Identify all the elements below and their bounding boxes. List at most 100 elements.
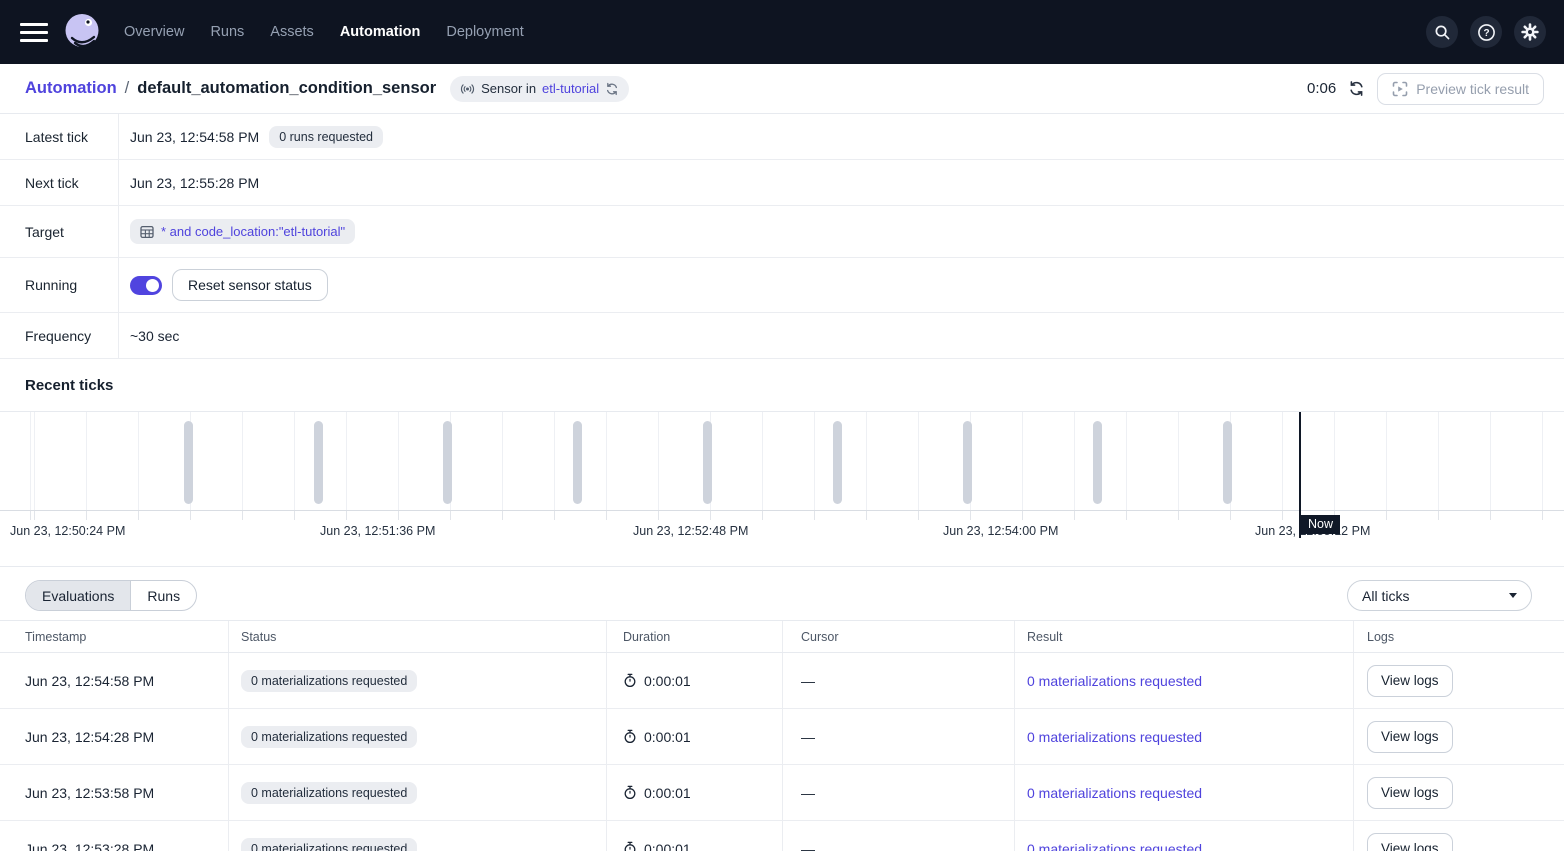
tick-bar[interactable]	[963, 421, 972, 504]
latest-tick-value: Jun 23, 12:54:58 PM	[130, 129, 259, 145]
dagster-logo-icon[interactable]	[60, 10, 104, 54]
tick-cursor: —	[801, 729, 815, 745]
latest-tick-label: Latest tick	[0, 114, 119, 159]
tick-result-link[interactable]: 0 materializations requested	[1027, 673, 1202, 689]
refresh-button[interactable]	[1348, 80, 1365, 97]
axis-label: Jun 23, 12:50:24 PM	[10, 522, 128, 540]
refresh-countdown: 0:06	[1307, 80, 1336, 97]
tick-result-link[interactable]: 0 materializations requested	[1027, 785, 1202, 801]
table-header: Timestamp Status Duration Cursor Result …	[0, 620, 1564, 653]
sync-icon[interactable]	[605, 82, 619, 96]
refresh-icon	[1348, 80, 1365, 97]
asset-selection-chip[interactable]: * and code_location:"etl-tutorial"	[130, 219, 355, 244]
recent-ticks-heading: Recent ticks	[0, 359, 1564, 411]
tick-bar[interactable]	[184, 421, 193, 504]
tick-bar[interactable]	[1223, 421, 1232, 504]
table-row: Jun 23, 12:53:58 PM 0 materializations r…	[0, 765, 1564, 821]
table-row: Jun 23, 12:53:28 PM 0 materializations r…	[0, 821, 1564, 851]
tick-bar[interactable]	[833, 421, 842, 504]
reset-sensor-status-button[interactable]: Reset sensor status	[172, 269, 328, 301]
tick-timestamp: Jun 23, 12:54:58 PM	[25, 673, 154, 689]
tick-result-link[interactable]: 0 materializations requested	[1027, 841, 1202, 851]
help-icon: ?	[1477, 23, 1496, 42]
frequency-value: ~30 sec	[130, 328, 179, 344]
frequency-label: Frequency	[0, 313, 119, 358]
col-timestamp: Timestamp	[0, 621, 228, 652]
tick-bar[interactable]	[1093, 421, 1102, 504]
stopwatch-icon	[623, 673, 637, 688]
gear-icon	[1521, 23, 1539, 41]
running-label: Running	[0, 258, 119, 312]
tab-runs[interactable]: Runs	[131, 581, 196, 610]
top-nav: Overview Runs Assets Automation Deployme…	[0, 0, 1564, 64]
col-result: Result	[1014, 621, 1353, 652]
target-label: Target	[0, 206, 119, 257]
search-button[interactable]	[1426, 16, 1458, 48]
view-segmented-control: Evaluations Runs	[25, 580, 197, 611]
tick-duration: 0:00:01	[644, 673, 691, 689]
svg-text:?: ?	[1483, 28, 1489, 39]
settings-button[interactable]	[1514, 16, 1546, 48]
nav-actions: ?	[1426, 16, 1546, 48]
sensor-location-badge: Sensor in etl-tutorial	[450, 76, 629, 102]
ticks-toolbar: Evaluations Runs All ticks	[0, 566, 1564, 620]
tick-result-link[interactable]: 0 materializations requested	[1027, 729, 1202, 745]
tick-cursor: —	[801, 785, 815, 801]
recent-ticks-timeline: Jun 23, 12:50:24 PMJun 23, 12:51:36 PMJu…	[0, 411, 1564, 566]
breadcrumb-automation-link[interactable]: Automation	[25, 79, 117, 98]
preview-tick-result-label: Preview tick result	[1416, 81, 1529, 97]
tick-filter-select[interactable]: All ticks	[1347, 580, 1532, 611]
sensor-icon	[460, 83, 475, 95]
next-tick-row: Next tick Jun 23, 12:55:28 PM	[0, 160, 1564, 206]
search-icon	[1434, 24, 1451, 41]
help-button[interactable]: ?	[1470, 16, 1502, 48]
page-actions: 0:06 Preview tick result	[1307, 73, 1544, 105]
tick-duration: 0:00:01	[644, 729, 691, 745]
sensor-badge-label: Sensor in	[481, 81, 536, 96]
now-marker-label: Now	[1301, 515, 1340, 534]
stopwatch-icon	[623, 841, 637, 851]
next-tick-value: Jun 23, 12:55:28 PM	[130, 175, 259, 191]
tick-timestamp: Jun 23, 12:53:58 PM	[25, 785, 154, 801]
axis-label: Jun 23, 12:51:36 PM	[320, 522, 438, 540]
nav-item-assets[interactable]: Assets	[270, 24, 314, 40]
nav-item-overview[interactable]: Overview	[124, 24, 184, 40]
view-logs-button[interactable]: View logs	[1367, 665, 1453, 697]
breadcrumb-bar: Automation / default_automation_conditio…	[0, 64, 1564, 114]
view-logs-button[interactable]: View logs	[1367, 777, 1453, 809]
tab-evaluations[interactable]: Evaluations	[26, 581, 131, 610]
page-title: default_automation_condition_sensor	[137, 79, 436, 98]
tick-bar[interactable]	[443, 421, 452, 504]
tick-duration: 0:00:01	[644, 841, 691, 851]
view-logs-button[interactable]: View logs	[1367, 721, 1453, 753]
col-status: Status	[228, 621, 606, 652]
target-row: Target * and code_location:"etl-tutorial…	[0, 206, 1564, 258]
preview-tick-result-button[interactable]: Preview tick result	[1377, 73, 1544, 105]
nav-item-deployment[interactable]: Deployment	[446, 24, 523, 40]
chevron-down-icon	[1509, 593, 1517, 598]
tick-timestamp: Jun 23, 12:53:28 PM	[25, 841, 154, 851]
tick-status-badge: 0 materializations requested	[241, 726, 417, 748]
col-duration: Duration	[606, 621, 782, 652]
tick-filter-value: All ticks	[1362, 588, 1409, 604]
running-toggle[interactable]	[130, 276, 162, 295]
nav-item-runs[interactable]: Runs	[210, 24, 244, 40]
breadcrumb-separator: /	[125, 79, 130, 98]
asset-selection-text: * and code_location:"etl-tutorial"	[161, 224, 345, 239]
menu-icon[interactable]	[20, 23, 48, 42]
latest-tick-row: Latest tick Jun 23, 12:54:58 PM 0 runs r…	[0, 114, 1564, 160]
table-row: Jun 23, 12:54:28 PM 0 materializations r…	[0, 709, 1564, 765]
tick-bar[interactable]	[314, 421, 323, 504]
nav-item-automation[interactable]: Automation	[340, 24, 421, 40]
view-logs-button[interactable]: View logs	[1367, 833, 1453, 851]
tick-bar[interactable]	[703, 421, 712, 504]
next-tick-label: Next tick	[0, 160, 119, 205]
frequency-row: Frequency ~30 sec	[0, 313, 1564, 359]
col-logs: Logs	[1353, 621, 1564, 652]
asset-table-icon	[140, 225, 154, 239]
tick-bar[interactable]	[573, 421, 582, 504]
code-location-link[interactable]: etl-tutorial	[542, 81, 599, 96]
tick-cursor: —	[801, 673, 815, 689]
primary-nav: Overview Runs Assets Automation Deployme…	[124, 24, 524, 40]
tick-timestamp: Jun 23, 12:54:28 PM	[25, 729, 154, 745]
